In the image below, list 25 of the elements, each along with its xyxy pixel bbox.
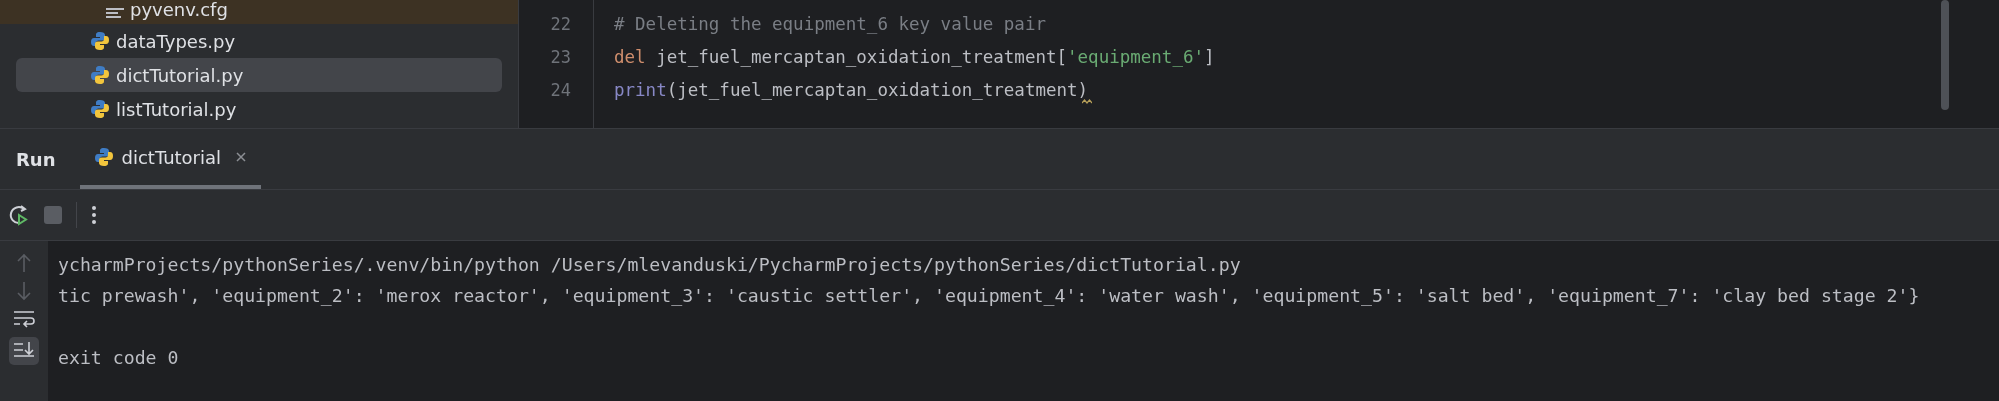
- code-line: print(jet_fuel_mercaptan_oxidation_treatment): [614, 79, 1089, 102]
- file-tree-item[interactable]: listTutorial.py: [16, 92, 502, 126]
- panel-title: Run: [15, 148, 57, 170]
- python-file-icon: [90, 31, 110, 51]
- line-number: 23: [549, 46, 572, 69]
- python-file-icon: [93, 147, 114, 167]
- more-options-icon[interactable]: [91, 205, 97, 225]
- soft-wrap-icon[interactable]: [13, 309, 35, 329]
- console-output-line: tic prewash', 'equipment_2': 'merox reactor', 'equipment_3': 'caustic settler', 'equipment_4': 'water wash', 'equipment_5': 'salt bed', 'equipment_7': 'clay bed stage 2'}: [58, 285, 1920, 306]
- rerun-icon[interactable]: [8, 204, 30, 226]
- close-icon[interactable]: [235, 151, 248, 163]
- file-tree-item[interactable]: dictTutorial.py: [16, 58, 502, 92]
- code-line: del jet_fuel_mercaptan_oxidation_treatment['equipment_6']: [614, 46, 1215, 69]
- line-number: 24: [549, 79, 572, 102]
- file-tree-item[interactable]: dataTypes.py: [16, 24, 502, 58]
- text-file-icon: [106, 6, 124, 20]
- python-file-icon: [90, 65, 110, 85]
- file-tree-item[interactable]: pyvenv.cfg: [0, 0, 518, 24]
- code-line: # Deleting the equipment_6 key value pair: [614, 13, 1046, 36]
- python-file-icon: [90, 99, 110, 119]
- scrollbar[interactable]: [1941, 0, 1949, 110]
- exit-message: exit code 0: [58, 347, 179, 368]
- line-number: 22: [549, 13, 572, 36]
- console-output-line: ycharmProjects/pythonSeries/.venv/bin/python /Users/mlevanduski/PycharmProjects/pythonSeries/dictTutorial.py: [58, 254, 1241, 275]
- scroll-to-end-icon[interactable]: [9, 337, 39, 365]
